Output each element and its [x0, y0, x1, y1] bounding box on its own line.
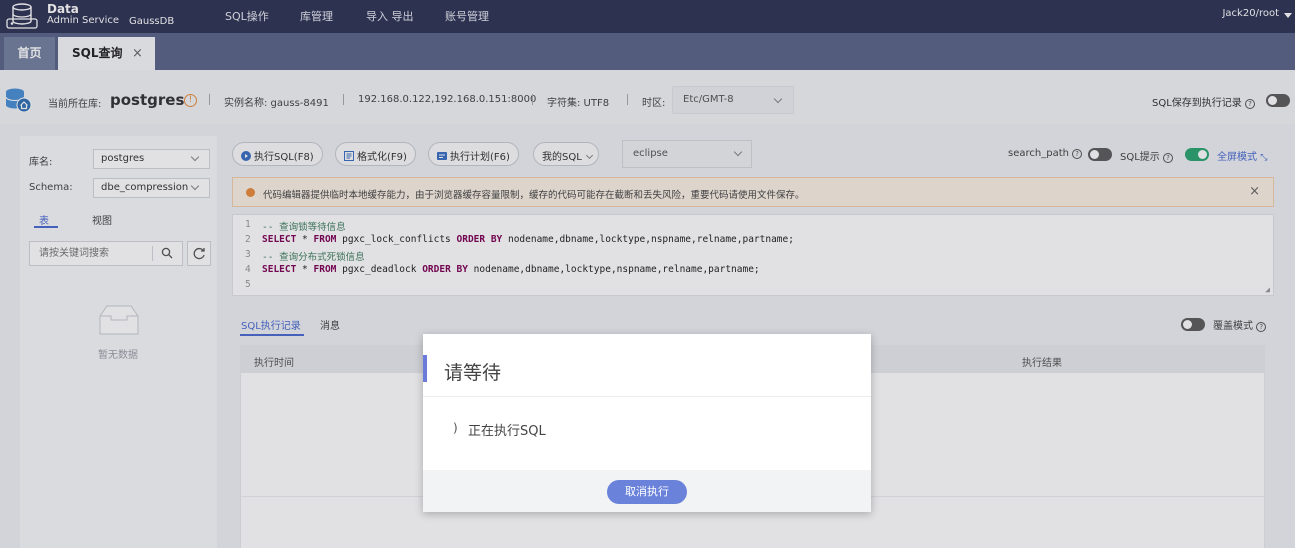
dialog-title: 请等待: [444, 362, 502, 384]
cancel-execution-button[interactable]: 取消执行: [607, 480, 687, 504]
title-accent-bar: [423, 355, 427, 382]
divider: [423, 396, 871, 397]
dialog-footer: 取消执行: [423, 470, 871, 512]
dialog-message: 正在执行SQL: [468, 424, 546, 439]
wait-dialog: 请等待 ) 正在执行SQL 取消执行: [423, 334, 871, 512]
loading-spinner-icon: ): [453, 421, 458, 435]
